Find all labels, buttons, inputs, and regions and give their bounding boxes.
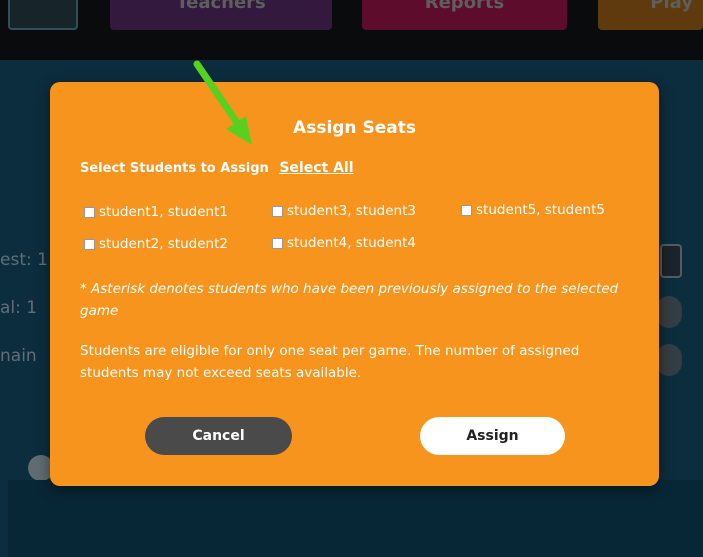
student-checkbox-item[interactable]: student2, student2 bbox=[84, 236, 228, 252]
student-checkbox-item[interactable]: student5, student5 bbox=[461, 202, 605, 218]
select-all-link[interactable]: Select All bbox=[279, 160, 353, 176]
student-label: student2, student2 bbox=[99, 236, 228, 252]
student-checkbox-item[interactable]: student1, student1 bbox=[84, 204, 228, 220]
student-label: student3, student3 bbox=[287, 203, 416, 219]
dialog-title: Assign Seats bbox=[293, 118, 416, 138]
asterisk-note: * Asterisk denotes students who have bee… bbox=[80, 281, 619, 319]
assign-seats-dialog: Assign Seats Select Students to Assign S… bbox=[50, 82, 659, 486]
checkbox[interactable] bbox=[461, 204, 472, 216]
checkbox[interactable] bbox=[272, 205, 283, 217]
eligibility-info: Students are eligible for only one seat … bbox=[80, 343, 580, 381]
student-label: student5, student5 bbox=[476, 202, 605, 218]
student-checkbox-item[interactable]: student3, student3 bbox=[272, 203, 416, 219]
checkbox[interactable] bbox=[84, 206, 95, 218]
student-checkbox-item[interactable]: student4, student4 bbox=[272, 235, 416, 251]
select-students-prompt: Select Students to Assign bbox=[80, 161, 269, 176]
assign-button[interactable]: Assign bbox=[420, 417, 565, 455]
select-students-row: Select Students to Assign Select All bbox=[80, 160, 354, 176]
cancel-button[interactable]: Cancel bbox=[145, 417, 292, 455]
checkbox[interactable] bbox=[84, 238, 95, 250]
student-label: student1, student1 bbox=[99, 204, 228, 220]
checkbox[interactable] bbox=[272, 237, 283, 249]
student-label: student4, student4 bbox=[287, 235, 416, 251]
